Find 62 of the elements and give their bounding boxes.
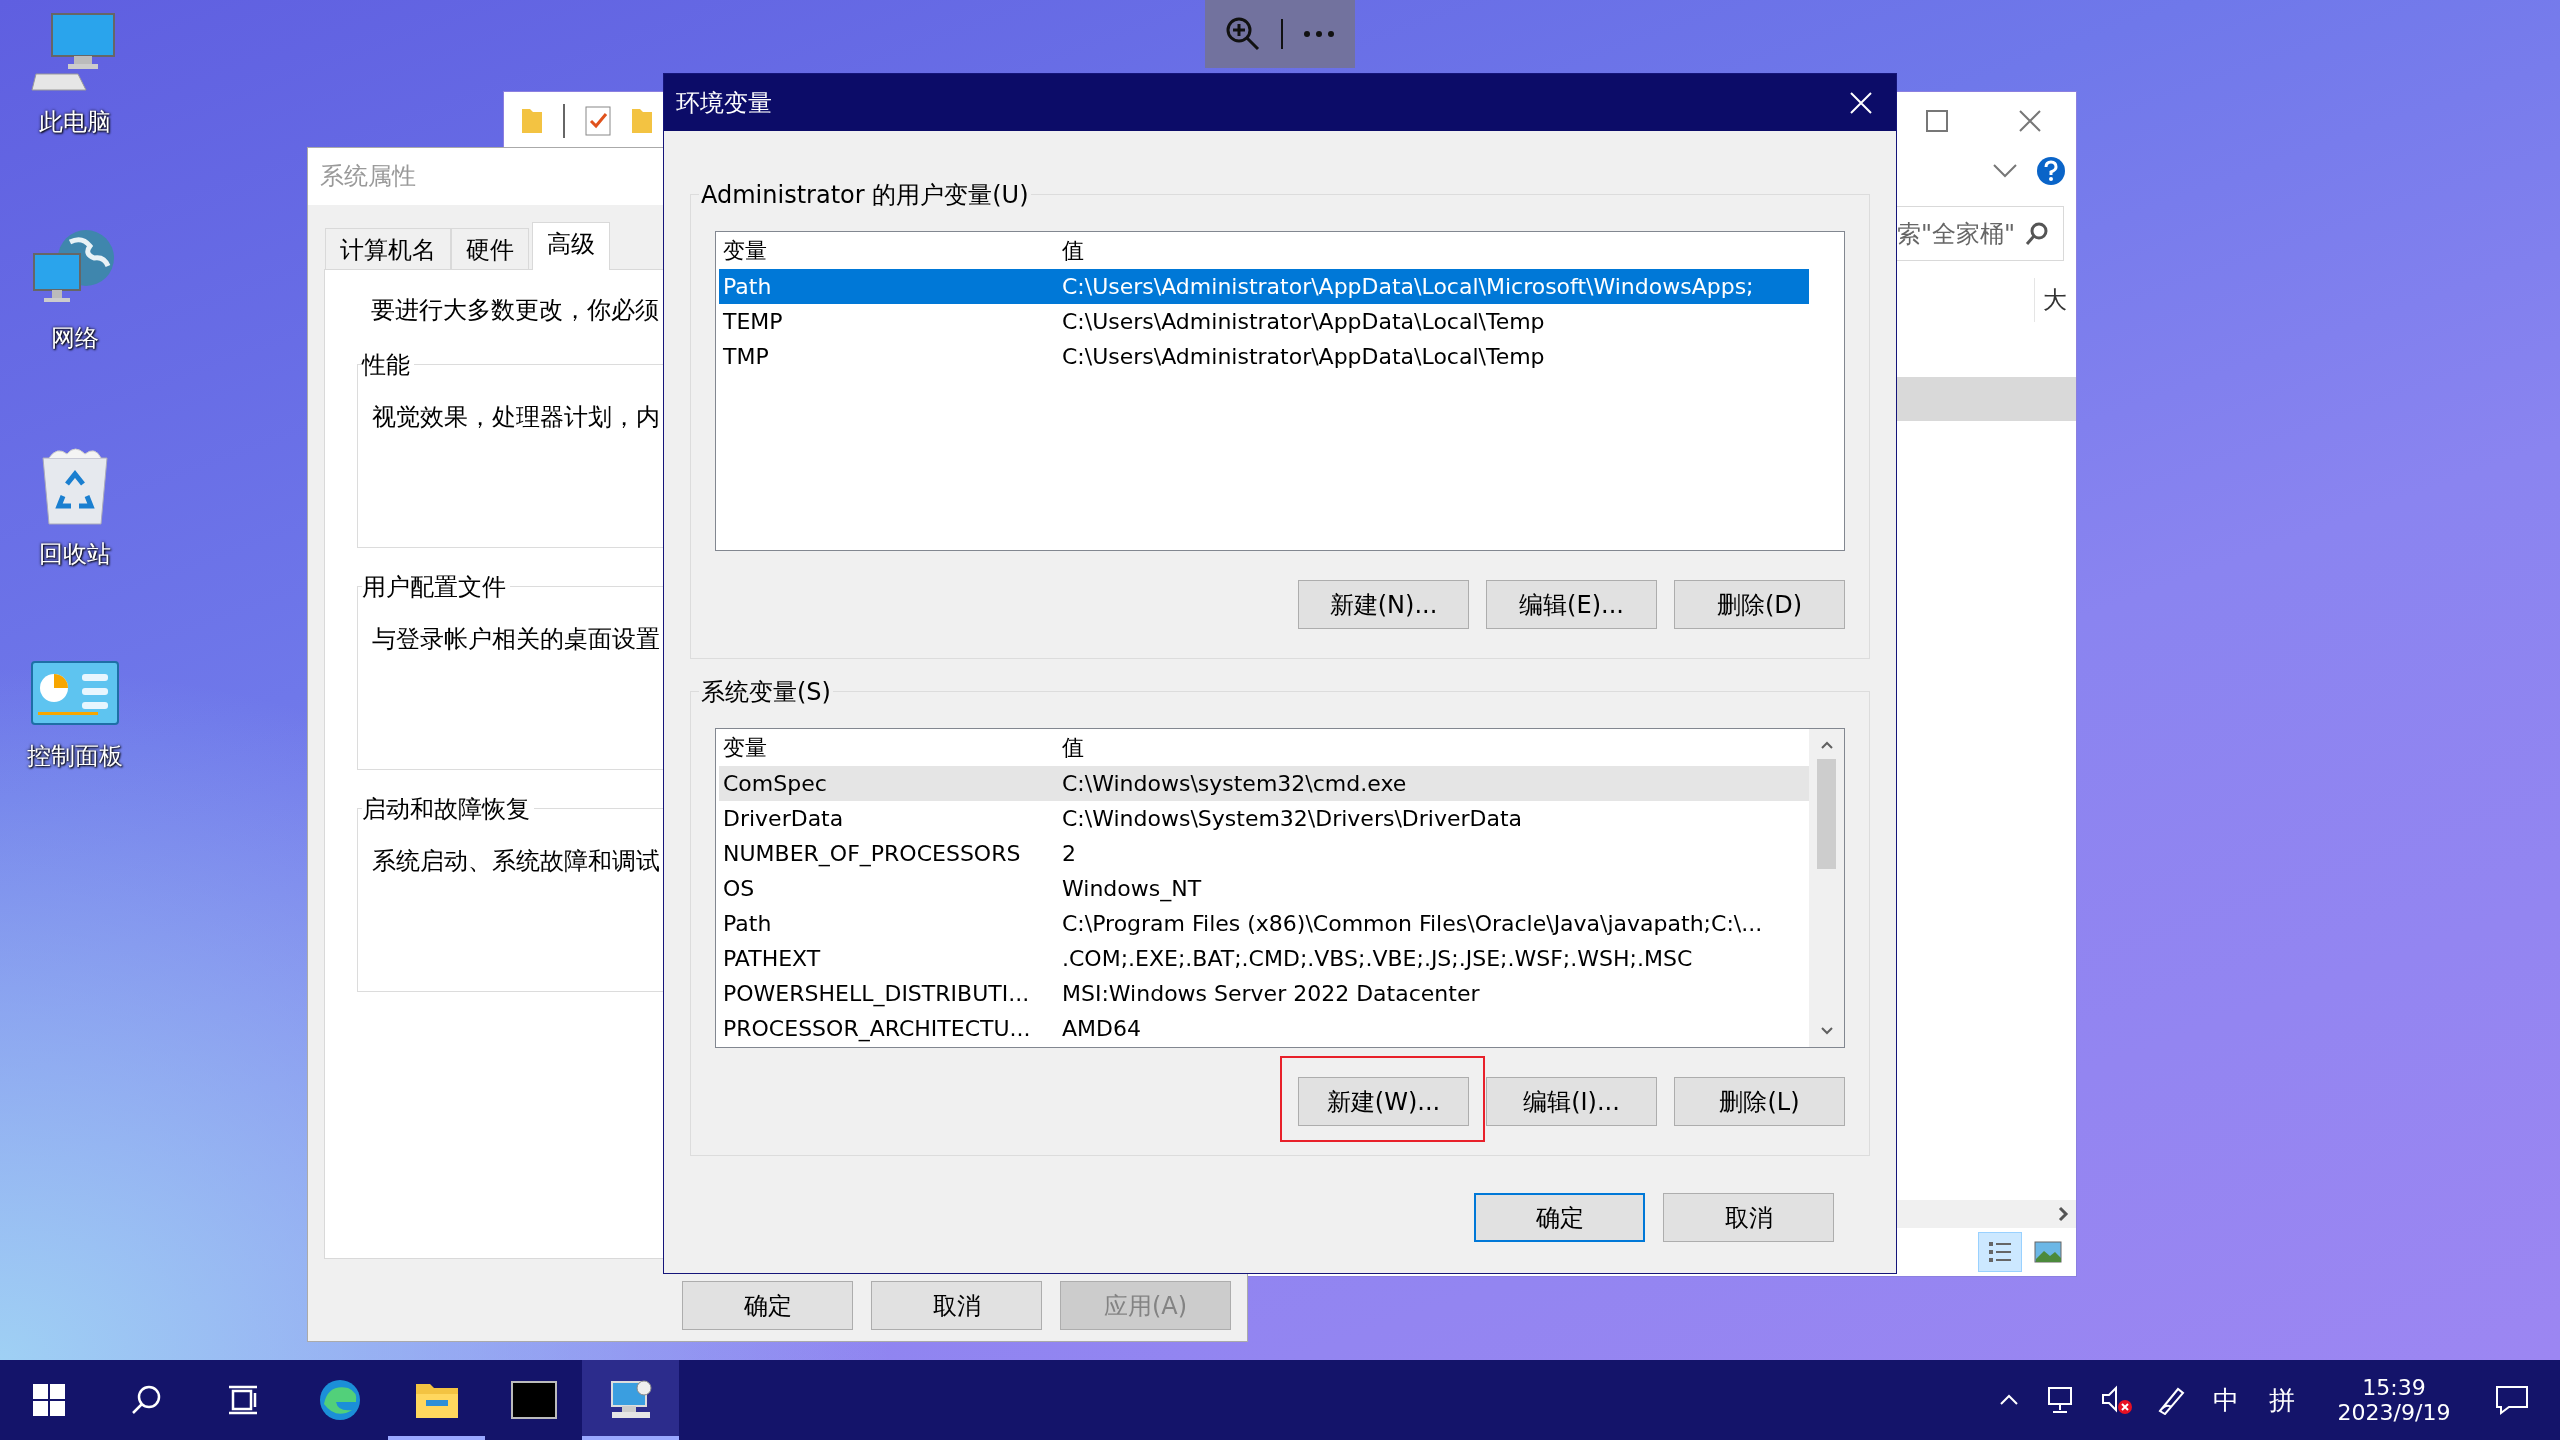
dialog-button[interactable]: 确定 xyxy=(1474,1193,1645,1242)
dialog-button[interactable]: 删除(L) xyxy=(1674,1077,1845,1126)
list-row[interactable]: POWERSHELL_DISTRIBUTI... MSI:Windows Server 2022 Datacenter xyxy=(719,976,1809,1011)
column-header[interactable]: 大 xyxy=(2034,278,2076,322)
dialog-button[interactable]: 取消 xyxy=(871,1281,1042,1330)
dialog-button[interactable]: 新建(N)... xyxy=(1298,580,1469,629)
variable-name: PATHEXT xyxy=(722,946,822,971)
list-row[interactable]: OS Windows_NT xyxy=(719,871,1809,906)
list-row[interactable]: ComSpec C:\Windows\system32\cmd.exe xyxy=(719,766,1809,801)
desktop-icon-label[interactable]: 回收站 xyxy=(39,538,111,570)
variable-name: OS xyxy=(722,876,756,901)
group-description: 系统启动、系统故障和调试 xyxy=(372,847,660,875)
variable-name: Path xyxy=(722,911,773,936)
dialog-button[interactable]: 删除(D) xyxy=(1674,580,1845,629)
intro-text: 要进行大多数更改，你必须 xyxy=(371,295,659,326)
dialog-button[interactable]: 新建(W)... xyxy=(1298,1077,1469,1126)
dialog-button[interactable]: 确定 xyxy=(682,1281,853,1330)
list-row[interactable]: TMP C:\Users\Administrator\AppData\Local\Temp xyxy=(719,339,1809,374)
tab[interactable]: 计算机名 xyxy=(325,228,451,270)
variable-value: C:\Program Files (x86)\Common Files\Oracle\Java\javapath;C:\... xyxy=(1061,911,1764,936)
column-header[interactable]: 值 xyxy=(1058,732,1774,763)
variable-name: TEMP xyxy=(722,309,784,334)
list-row[interactable]: NUMBER_OF_PROCESSORS 2 xyxy=(719,836,1809,871)
tab[interactable]: 硬件 xyxy=(451,228,529,270)
variable-value: C:\Users\Administrator\AppData\Local\Microsoft\WindowsApps; xyxy=(1061,274,1755,299)
variable-value: C:\Users\Administrator\AppData\Local\Temp xyxy=(1061,344,1546,369)
window-title: 环境变量 xyxy=(676,87,772,119)
variable-name: POWERSHELL_DISTRIBUTI... xyxy=(722,981,1031,1006)
list-row[interactable]: Path C:\Program Files (x86)\Common Files\Oracle\Java\javapath;C:\... xyxy=(719,906,1809,941)
variable-value: .COM;.EXE;.BAT;.CMD;.VBS;.VBE;.JS;.JSE;.WSF;.WSH;.MSC xyxy=(1061,946,1694,971)
column-header[interactable]: 变量 xyxy=(719,732,1058,763)
list-row[interactable]: PROCESSOR_ARCHITECTU... AMD64 xyxy=(719,1011,1809,1046)
desktop-icon-label[interactable]: 此电脑 xyxy=(39,106,111,138)
variable-value: C:\Windows\System32\Drivers\DriverData xyxy=(1061,806,1524,831)
variable-value: Windows_NT xyxy=(1061,876,1203,901)
variable-value: C:\Users\Administrator\AppData\Local\Temp xyxy=(1061,309,1546,334)
dialog-button[interactable]: 编辑(E)... xyxy=(1486,580,1657,629)
variable-value: 2 xyxy=(1061,841,1077,866)
variable-name: NUMBER_OF_PROCESSORS xyxy=(722,841,1022,866)
variable-name: PROCESSOR_ARCHITECTU... xyxy=(722,1016,1032,1041)
column-header[interactable]: 值 xyxy=(1058,235,1844,266)
dialog-button[interactable]: 取消 xyxy=(1663,1193,1834,1242)
column-header[interactable]: 变量 xyxy=(719,235,1058,266)
tab[interactable]: 高级 xyxy=(532,222,610,270)
input-mode-indicator[interactable]: 中 xyxy=(2198,1382,2254,1418)
dialog-button[interactable]: 编辑(I)... xyxy=(1486,1077,1657,1126)
variable-name: TMP xyxy=(722,344,770,369)
variable-value: AMD64 xyxy=(1061,1016,1142,1041)
group-description: 与登录帐户相关的桌面设置 xyxy=(372,625,660,653)
list-row[interactable]: Path C:\Users\Administrator\AppData\Local\Microsoft\WindowsApps; xyxy=(719,269,1809,304)
variable-name: DriverData xyxy=(722,806,845,831)
ime-indicator[interactable]: 拼 xyxy=(2254,1382,2310,1418)
list-row[interactable]: DriverData C:\Windows\System32\Drivers\DriverData xyxy=(719,801,1809,836)
group-description: 视觉效果，处理器计划，内 xyxy=(372,403,660,431)
desktop-icon-label[interactable]: 网络 xyxy=(51,322,99,354)
list-row[interactable]: TEMP C:\Users\Administrator\AppData\Local\Temp xyxy=(719,304,1809,339)
list-row[interactable]: PATHEXT .COM;.EXE;.BAT;.CMD;.VBS;.VBE;.JS;.JSE;.WSF;.WSH;.MSC xyxy=(719,941,1809,976)
variable-name: ComSpec xyxy=(722,771,828,796)
clock[interactable]: 15:39 2023/9/19 xyxy=(2324,1375,2464,1425)
variable-value: C:\Windows\system32\cmd.exe xyxy=(1061,771,1408,796)
variable-value: MSI:Windows Server 2022 Datacenter xyxy=(1061,981,1481,1006)
variable-name: Path xyxy=(722,274,773,299)
